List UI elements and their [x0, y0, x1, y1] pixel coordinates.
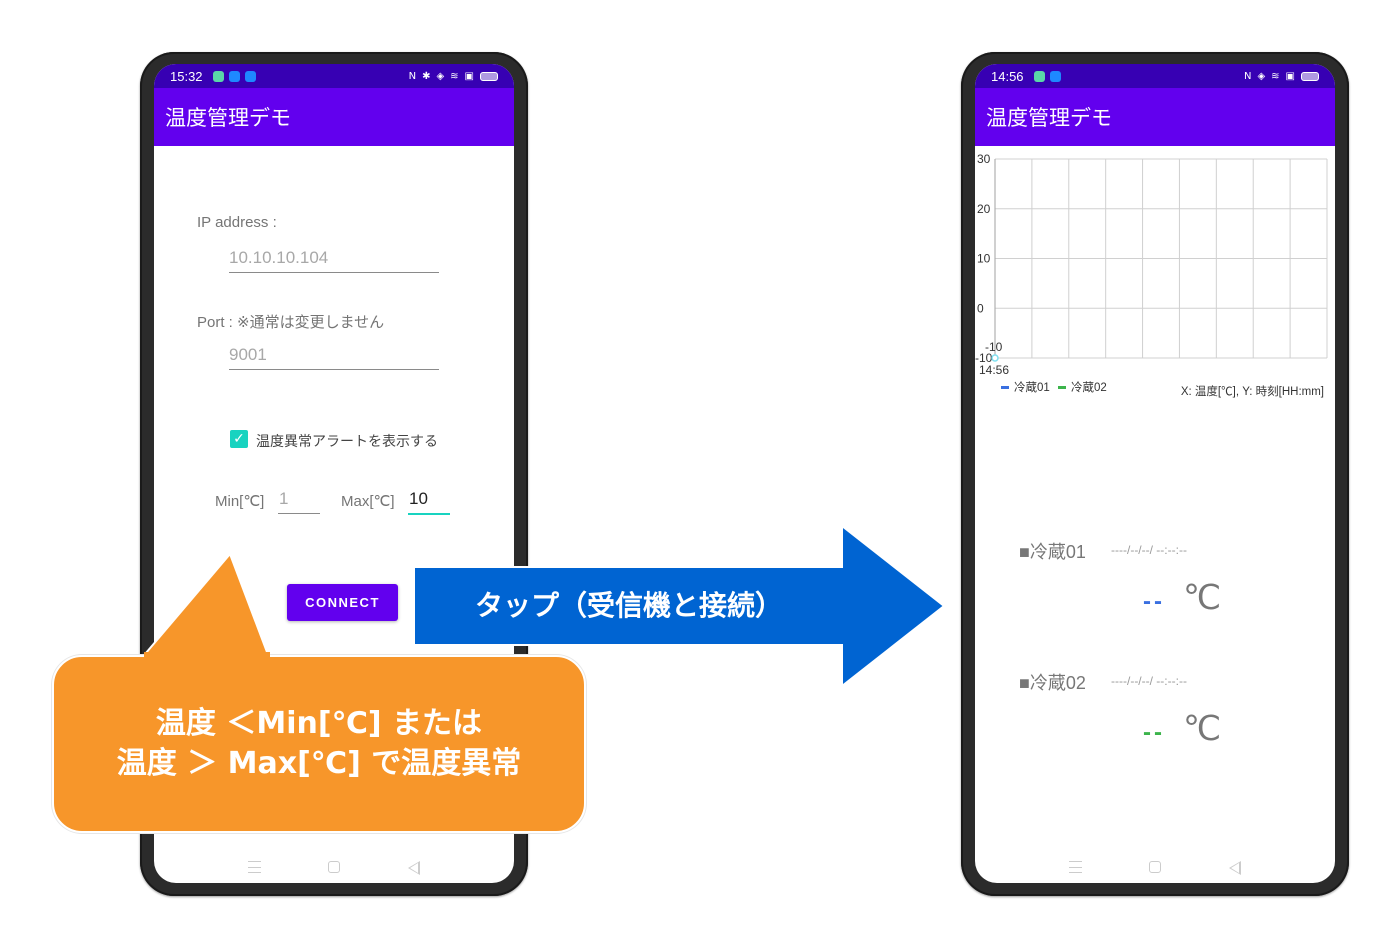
status-bar: 14:56 N ◈ ≋ ▣ — [975, 64, 1335, 88]
nfc-icon: N — [408, 70, 417, 82]
menu-icon[interactable] — [247, 861, 261, 873]
blue-app-icon — [228, 70, 240, 82]
data-point — [991, 354, 999, 362]
sensor-2-name: ■冷蔵02 — [1019, 673, 1086, 693]
callout-line-2: 温度 ＞ Max[℃] で温度異常 — [116, 746, 522, 781]
phone-monitor-screen: 14:56 N ◈ ≋ ▣ 温度管理デモ 30 20 10 0 -10 -10 14:56 冷… — [961, 52, 1349, 896]
sensor-1-timestamp: ----/--/--/ --:--:-- — [1111, 543, 1187, 557]
callout-line-1: 温度 ＜Min[℃] または — [155, 706, 483, 741]
arrow-label: タップ（受信機と接続） — [474, 589, 783, 622]
wifi-icon: ≋ — [450, 70, 459, 82]
min-input[interactable]: 1 — [278, 489, 320, 514]
green-app-icon — [1033, 70, 1045, 82]
max-label: Max[℃] — [341, 493, 395, 510]
green-app-icon — [212, 70, 224, 82]
cast-icon: ▣ — [464, 70, 474, 82]
sensor-2-timestamp: ----/--/--/ --:--:-- — [1111, 674, 1187, 688]
sensor-1-value: -- — [1143, 588, 1165, 615]
connect-button[interactable]: CONNECT — [287, 584, 398, 621]
nav-bar — [154, 861, 514, 875]
alert-checkbox[interactable]: ✓ — [230, 430, 248, 448]
ip-address-label: IP address : — [197, 214, 277, 231]
back-icon[interactable] — [1229, 861, 1242, 875]
status-bar: 15:32 N ✱ ◈ ≋ ▣ — [154, 64, 514, 88]
sensor-2-value: -- — [1143, 719, 1165, 746]
home-icon[interactable] — [1149, 861, 1162, 873]
bluetooth-icon: ✱ — [422, 70, 431, 82]
vibrate-icon: ◈ — [1257, 70, 1266, 82]
x-tick-label: 14:56 — [979, 363, 1009, 377]
max-input[interactable]: 10 — [408, 489, 450, 515]
legend-swatch — [1058, 386, 1066, 389]
temperature-chart: 3020100-10-1014:56冷蔵01 冷蔵02 X: 温度[℃], Y: 時… — [975, 152, 1328, 398]
y-tick-label: 20 — [977, 202, 991, 216]
min-label: Min[℃] — [215, 493, 265, 510]
nav-bar — [975, 861, 1335, 875]
port-label: Port : ※通常は変更しません — [197, 314, 385, 331]
battery-icon — [480, 71, 498, 81]
blue-app-icon — [1049, 70, 1061, 82]
port-input[interactable]: 9001 — [229, 345, 439, 370]
sensor-1-name: ■冷蔵01 — [1019, 542, 1086, 562]
axis-caption: X: 温度[℃], Y: 時刻[HH:mm] — [1181, 384, 1324, 398]
callout-tail-joint — [144, 652, 270, 662]
alert-checkbox-label[interactable]: 温度異常アラートを表示する — [256, 431, 438, 451]
wifi-icon: ≋ — [1271, 70, 1280, 82]
menu-icon[interactable] — [1068, 861, 1082, 873]
legend-swatch — [1001, 386, 1009, 389]
status-time: 14:56 — [991, 68, 1024, 84]
legend-label: 冷蔵02 — [1071, 381, 1107, 394]
nfc-icon: N — [1243, 70, 1252, 82]
callout-tail — [137, 552, 272, 661]
back-icon[interactable] — [408, 861, 421, 875]
home-icon[interactable] — [328, 861, 341, 873]
y-tick-label: 0 — [977, 301, 984, 315]
status-time: 15:32 — [170, 68, 203, 84]
vibrate-icon: ◈ — [436, 70, 445, 82]
sensor-1-unit: ℃ — [1183, 579, 1222, 617]
legend-label: 冷蔵01 — [1014, 381, 1050, 394]
app-title: 温度管理デモ — [154, 88, 514, 146]
battery-icon — [1301, 71, 1319, 81]
blue-app-icon — [244, 70, 256, 82]
cast-icon: ▣ — [1285, 70, 1295, 82]
checkmark-icon: ✓ — [233, 431, 245, 447]
y-tick-label: 10 — [977, 252, 991, 266]
y-tick-label: 30 — [977, 152, 991, 166]
sensor-2-unit: ℃ — [1183, 710, 1222, 748]
ip-address-input[interactable]: 10.10.10.104 — [229, 248, 439, 273]
app-title: 温度管理デモ — [975, 88, 1335, 146]
screen: 14:56 N ◈ ≋ ▣ 温度管理デモ 30 20 10 0 -10 -10 14:56 冷… — [975, 64, 1335, 883]
